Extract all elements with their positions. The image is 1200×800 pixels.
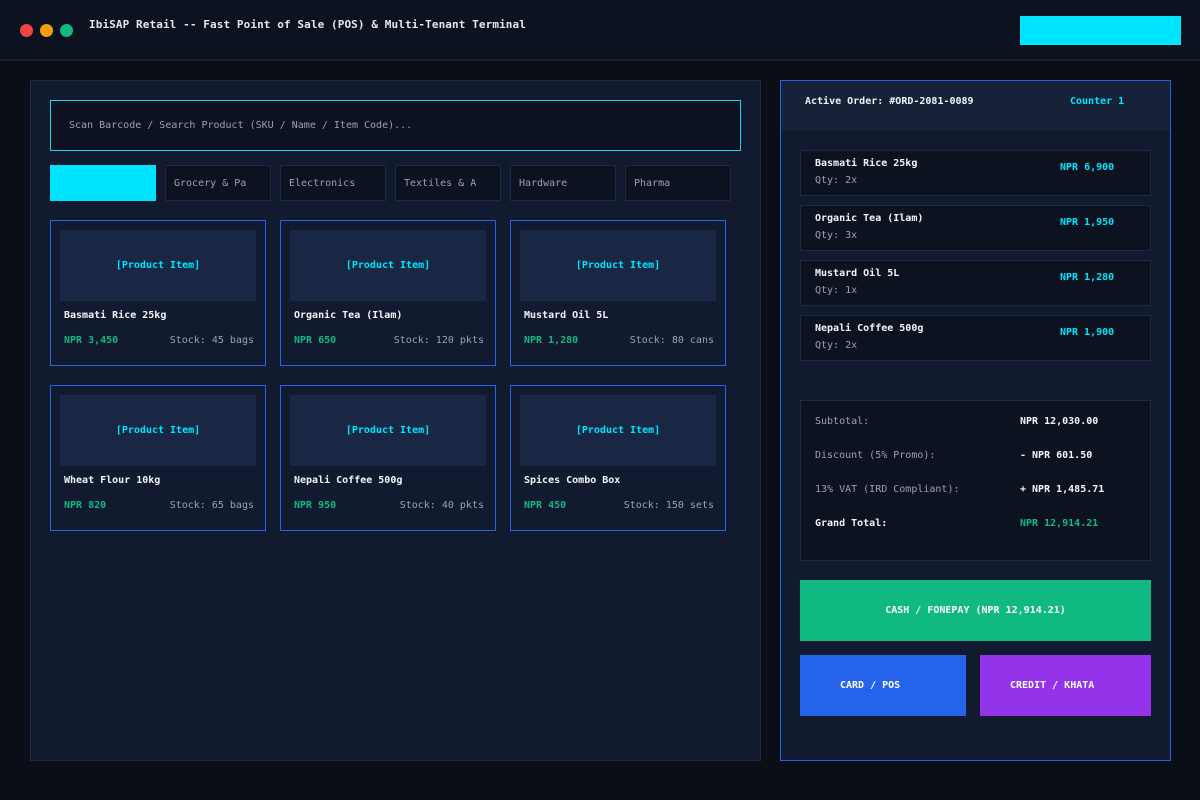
product-image: [Product Item] xyxy=(290,395,486,466)
order-line-item[interactable]: Basmati Rice 25kg Qty: 2x NPR 6,900 xyxy=(800,150,1151,196)
product-image: [Product Item] xyxy=(520,230,716,301)
product-stock: Stock: 150 sets xyxy=(623,500,714,511)
line-item-qty: Qty: 3x xyxy=(815,230,858,241)
category-tab-active[interactable] xyxy=(50,165,156,201)
product-name: Basmati Rice 25kg xyxy=(64,310,167,321)
product-price: NPR 3,450 xyxy=(64,335,119,346)
product-price: NPR 650 xyxy=(294,335,337,346)
line-item-name: Organic Tea (Ilam) xyxy=(815,213,924,224)
grand-total-value: NPR 12,914.21 xyxy=(1020,518,1099,529)
counter-label[interactable]: Counter 1 xyxy=(1070,96,1124,107)
product-stock: Stock: 45 bags xyxy=(169,335,254,346)
order-totals: Subtotal: NPR 12,030.00 Discount (5% Pro… xyxy=(800,400,1151,561)
title-bar: IbiSAP Retail -- Fast Point of Sale (POS… xyxy=(0,0,1200,61)
product-stock: Stock: 40 pkts xyxy=(399,500,484,511)
discount-label: Discount (5% Promo): xyxy=(815,450,936,461)
product-image: [Product Item] xyxy=(290,230,486,301)
card-payment-button[interactable]: CARD / POS xyxy=(800,655,966,716)
product-name: Nepali Coffee 500g xyxy=(294,475,403,486)
credit-payment-button[interactable]: CREDIT / KHATA xyxy=(980,655,1151,716)
top-action-button[interactable] xyxy=(1020,16,1181,45)
product-card[interactable]: [Product Item] Spices Combo Box NPR 450 … xyxy=(510,385,726,531)
product-card[interactable]: [Product Item] Nepali Coffee 500g NPR 95… xyxy=(280,385,496,531)
line-item-price: NPR 1,280 xyxy=(1060,272,1115,283)
line-item-price: NPR 6,900 xyxy=(1060,162,1115,173)
order-line-item[interactable]: Mustard Oil 5L Qty: 1x NPR 1,280 xyxy=(800,260,1151,306)
close-window-icon[interactable] xyxy=(20,24,33,37)
maximize-window-icon[interactable] xyxy=(60,24,73,37)
product-card[interactable]: [Product Item] Basmati Rice 25kg NPR 3,4… xyxy=(50,220,266,366)
product-name: Spices Combo Box xyxy=(524,475,621,486)
product-image: [Product Item] xyxy=(60,230,256,301)
category-tab-textiles[interactable]: Textiles & A xyxy=(395,165,501,201)
product-price: NPR 1,280 xyxy=(524,335,579,346)
product-name: Organic Tea (Ilam) xyxy=(294,310,403,321)
product-name: Wheat Flour 10kg xyxy=(64,475,161,486)
category-tab-electronics[interactable]: Electronics xyxy=(280,165,386,201)
product-card[interactable]: [Product Item] Organic Tea (Ilam) NPR 65… xyxy=(280,220,496,366)
product-price: NPR 450 xyxy=(524,500,567,511)
order-header: Active Order: #ORD-2081-0089 Counter 1 xyxy=(781,81,1170,131)
product-card[interactable]: [Product Item] Mustard Oil 5L NPR 1,280 … xyxy=(510,220,726,366)
product-name: Mustard Oil 5L xyxy=(524,310,609,321)
category-tab-grocery[interactable]: Grocery & Pa xyxy=(165,165,271,201)
line-item-qty: Qty: 2x xyxy=(815,340,858,351)
grand-total-label: Grand Total: xyxy=(815,518,888,529)
product-stock: Stock: 80 cans xyxy=(629,335,714,346)
app-title: IbiSAP Retail -- Fast Point of Sale (POS… xyxy=(89,18,526,31)
product-image: [Product Item] xyxy=(520,395,716,466)
line-item-name: Mustard Oil 5L xyxy=(815,268,900,279)
minimize-window-icon[interactable] xyxy=(40,24,53,37)
line-item-qty: Qty: 2x xyxy=(815,175,858,186)
order-line-item[interactable]: Nepali Coffee 500g Qty: 2x NPR 1,900 xyxy=(800,315,1151,361)
subtotal-label: Subtotal: xyxy=(815,416,870,427)
vat-label: 13% VAT (IRD Compliant): xyxy=(815,484,960,495)
discount-value: - NPR 601.50 xyxy=(1020,450,1093,461)
order-id: Active Order: #ORD-2081-0089 xyxy=(805,96,974,107)
product-price: NPR 820 xyxy=(64,500,107,511)
line-item-price: NPR 1,950 xyxy=(1060,217,1115,228)
category-tab-hardware[interactable]: Hardware xyxy=(510,165,616,201)
cash-payment-button[interactable]: CASH / FONEPAY (NPR 12,914.21) xyxy=(800,580,1151,641)
product-price: NPR 950 xyxy=(294,500,337,511)
subtotal-value: NPR 12,030.00 xyxy=(1020,416,1099,427)
search-input[interactable]: Scan Barcode / Search Product (SKU / Nam… xyxy=(50,100,741,151)
category-tab-pharma[interactable]: Pharma xyxy=(625,165,731,201)
line-item-qty: Qty: 1x xyxy=(815,285,858,296)
product-image: [Product Item] xyxy=(60,395,256,466)
vat-value: + NPR 1,485.71 xyxy=(1020,484,1105,495)
product-card[interactable]: [Product Item] Wheat Flour 10kg NPR 820 … xyxy=(50,385,266,531)
product-stock: Stock: 65 bags xyxy=(169,500,254,511)
line-item-name: Nepali Coffee 500g xyxy=(815,323,924,334)
line-item-name: Basmati Rice 25kg xyxy=(815,158,918,169)
product-stock: Stock: 120 pkts xyxy=(393,335,484,346)
order-line-item[interactable]: Organic Tea (Ilam) Qty: 3x NPR 1,950 xyxy=(800,205,1151,251)
line-item-price: NPR 1,900 xyxy=(1060,327,1115,338)
